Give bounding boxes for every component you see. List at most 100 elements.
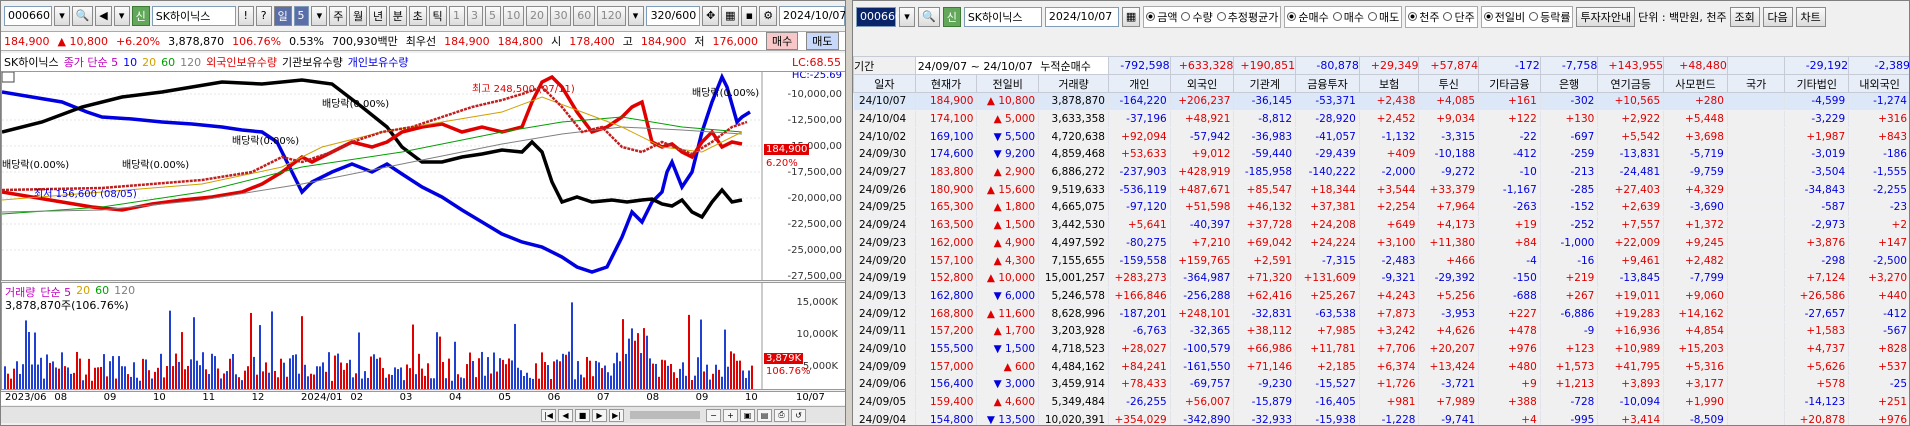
prev-icon[interactable]: ◀: [558, 408, 573, 422]
table-row[interactable]: 24/09/19 152,800 ▲ 10,000 15,001,257 +283,27…: [853, 269, 1909, 288]
query-button[interactable]: 조회: [1729, 6, 1760, 27]
stop-icon[interactable]: ■: [575, 408, 590, 422]
info-button[interactable]: ?: [255, 5, 272, 26]
radio-net-buy[interactable]: 순매수: [1285, 6, 1331, 27]
radio-sell[interactable]: 매도: [1365, 6, 1402, 27]
column-header[interactable]: 내외국인: [1848, 74, 1909, 93]
stock-name-field[interactable]: SK하이닉스: [151, 5, 236, 26]
minute-30-button[interactable]: 30: [549, 5, 572, 26]
table-row[interactable]: 24/09/20 157,100 ▲ 4,300 7,155,655 -159,558 +…: [853, 251, 1909, 270]
table-row[interactable]: 24/09/05 159,400 ▲ 4,600 5,349,484 -26,255 +5…: [853, 393, 1909, 412]
period-second-button[interactable]: 초: [408, 5, 427, 26]
chart-scrollbar[interactable]: |◀ ◀ ■ ▶ ▶| − + ▣ ▤ ⎙ ↺: [1, 406, 845, 423]
period-minute-button[interactable]: 분: [388, 5, 407, 26]
price-pane[interactable]: 배당락(0.00%) 배당락(0.00%) 배당락(0.00%) 배당락(0.0…: [1, 71, 845, 281]
table-row[interactable]: 24/09/12 168,800 ▲ 11,600 8,628,996 -187,201…: [853, 304, 1909, 323]
column-header[interactable]: 보험: [1358, 74, 1420, 93]
table-row[interactable]: 24/09/09 157,000 ▲ 600 4,484,162 +84,241 -161…: [853, 357, 1909, 376]
count-field[interactable]: 320/600: [645, 5, 701, 26]
table-row[interactable]: 24/09/26 180,900 ▲ 15,600 9,519,633 -536,119…: [853, 180, 1909, 200]
period-month-button[interactable]: 월: [349, 5, 368, 26]
stock-name-field[interactable]: SK하이닉스: [963, 6, 1042, 27]
minute-3-button[interactable]: 3: [466, 5, 483, 26]
table-row[interactable]: 24/09/24 163,500 ▲ 1,500 3,442,530 +5,641 -40…: [853, 216, 1909, 235]
zoom-slider[interactable]: [630, 411, 700, 419]
period-year-button[interactable]: 년: [369, 5, 387, 26]
column-header[interactable]: 외국인: [1169, 74, 1235, 93]
column-header[interactable]: 연기금등: [1597, 74, 1665, 93]
stock-code-input[interactable]: 000660: [4, 5, 52, 26]
column-header[interactable]: 은행: [1539, 74, 1599, 93]
more-button[interactable]: ▾: [627, 5, 644, 26]
table-row[interactable]: 24/09/06 156,400 ▼ 3,000 3,459,914 +78,433 -6…: [853, 375, 1909, 394]
radio-single-shares[interactable]: 단주: [1441, 6, 1477, 27]
next-button[interactable]: 다음: [1762, 6, 1793, 27]
interval-dropdown[interactable]: ▾: [311, 5, 328, 26]
minute-60-button[interactable]: 60: [573, 5, 596, 26]
table-row[interactable]: 24/09/23 162,000 ▲ 4,900 4,497,592 -80,275 +7…: [853, 234, 1909, 253]
alert-button[interactable]: !: [237, 5, 254, 26]
sell-button[interactable]: 매도: [806, 32, 839, 50]
table-row[interactable]: 24/09/25 165,300 ▲ 1,800 4,665,075 -97,120 +5…: [853, 198, 1909, 217]
column-header[interactable]: 금융투자: [1295, 74, 1360, 93]
column-header[interactable]: 사모펀드: [1663, 74, 1728, 93]
code-dropdown-button[interactable]: ▾: [54, 5, 70, 26]
menu-button[interactable]: ▾: [113, 5, 130, 26]
period-week-button[interactable]: 주: [329, 5, 348, 26]
radio-prev-day[interactable]: 전일비: [1481, 6, 1528, 27]
column-header[interactable]: 기타법인: [1784, 74, 1850, 93]
next-icon[interactable]: ▶: [592, 408, 607, 422]
period-from[interactable]: 24/09/07: [918, 60, 967, 73]
table-row[interactable]: 24/09/27 183,800 ▲ 2,900 6,886,272 -237,903 +…: [853, 163, 1909, 182]
column-header[interactable]: 개인: [1108, 74, 1171, 93]
search-button[interactable]: 🔍: [72, 5, 94, 26]
last-page-icon[interactable]: ▶|: [609, 408, 624, 422]
stock-code-input[interactable]: 000660: [856, 6, 902, 27]
period-tick-button[interactable]: 틱: [428, 5, 447, 26]
layout-icon[interactable]: ▤: [757, 408, 772, 422]
table-row[interactable]: 24/10/07 184,900 ▲ 10,800 3,878,870 -164,220…: [853, 92, 1909, 111]
table-row[interactable]: 24/09/30 174,600 ▼ 9,200 4,859,468 +53,633 +9…: [853, 145, 1909, 164]
calendar-button[interactable]: ▦: [1121, 6, 1141, 27]
minute-120-button[interactable]: 120: [597, 5, 626, 26]
column-header[interactable]: 거래량: [1038, 74, 1109, 93]
table-row[interactable]: 24/10/02 169,100 ▼ 5,500 4,720,638 +92,094 -5…: [853, 127, 1909, 147]
table-row[interactable]: 24/09/10 155,500 ▼ 1,500 4,718,523 +28,027 -1…: [853, 340, 1909, 359]
zoom-in-icon[interactable]: +: [723, 408, 738, 422]
period-range[interactable]: 24/09/07 ~ 24/10/07 누적순매수: [914, 56, 1110, 75]
radio-thousand-shares[interactable]: 천주: [1406, 6, 1442, 27]
crosshair-button[interactable]: ✥: [702, 5, 720, 26]
print-icon[interactable]: ⎙: [774, 408, 789, 422]
radio-quantity[interactable]: 수량: [1179, 6, 1215, 27]
speaker-button[interactable]: ◀: [95, 5, 112, 26]
table-row[interactable]: 24/09/04 154,800 ▼ 13,500 10,020,391 +354,02…: [853, 410, 1909, 425]
radio-buy[interactable]: 매수: [1330, 6, 1366, 27]
table-row[interactable]: 24/10/04 174,100 ▲ 5,000 3,633,358 -37,196 +4…: [853, 110, 1909, 129]
save-button[interactable]: ▪: [741, 5, 758, 26]
table-row[interactable]: 24/09/11 157,200 ▲ 1,700 3,203,928 -6,763 -32…: [853, 322, 1909, 341]
radio-change-rate[interactable]: 등락률: [1527, 6, 1573, 27]
column-header[interactable]: 현재가: [914, 74, 978, 93]
zoom-out-icon[interactable]: −: [706, 408, 721, 422]
chart-button[interactable]: 차트: [1795, 6, 1826, 27]
column-header[interactable]: 국가: [1726, 74, 1786, 93]
settings-button[interactable]: ⚙: [759, 5, 778, 26]
first-page-icon[interactable]: |◀: [541, 408, 556, 422]
radio-amount[interactable]: 금액: [1144, 6, 1180, 27]
minute-20-button[interactable]: 20: [526, 5, 548, 26]
grid-button[interactable]: ▦: [721, 5, 740, 26]
buy-button[interactable]: 매수: [766, 32, 799, 50]
date-field[interactable]: 2024/10/07: [1044, 6, 1119, 27]
table-row[interactable]: 24/09/13 162,800 ▼ 6,000 5,246,578 +166,846-…: [853, 287, 1909, 306]
volume-pane[interactable]: 거래량 단순 5 20 60 120 3,878,870주(106.76%) 1…: [1, 282, 845, 390]
column-header[interactable]: 기관계: [1233, 74, 1297, 93]
column-header[interactable]: 기타금융: [1478, 74, 1541, 93]
investor-guide-button[interactable]: 투자자안내: [1576, 6, 1636, 27]
search-button[interactable]: 🔍: [918, 6, 940, 27]
period-day-button[interactable]: 일: [273, 5, 292, 26]
period-to[interactable]: 24/10/07: [983, 60, 1032, 73]
date-field[interactable]: 2024/10/07: [779, 5, 845, 26]
fit-icon[interactable]: ▣: [740, 408, 755, 422]
reset-icon[interactable]: ↺: [791, 408, 806, 422]
radio-avg-price[interactable]: 추정평균가: [1214, 6, 1281, 27]
